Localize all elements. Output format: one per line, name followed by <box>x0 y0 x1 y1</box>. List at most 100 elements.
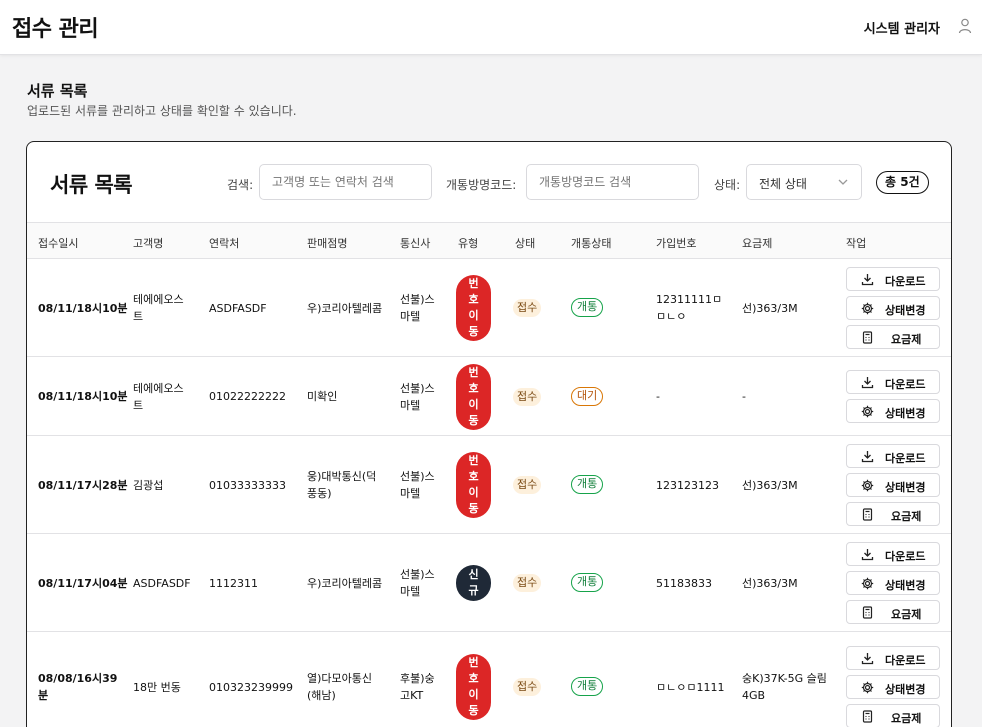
customer-name: 테에에오스 트 <box>133 381 184 412</box>
download-button-label: 다운로드 <box>885 654 926 667</box>
total-count-badge: 총 5건 <box>876 171 929 194</box>
activation-badge: 개통 <box>571 475 604 494</box>
carrier-name: 선불)스 마텔 <box>400 381 435 412</box>
column-header: 고객명 <box>133 237 164 250</box>
document-list-card: 서류 목록 검색: 개통방명코드: 상태: 전체 상태 총 5건 접수일시 고객… <box>26 141 952 727</box>
change-status-button-label: 상태변경 <box>885 579 926 592</box>
change-status-button[interactable]: 상태변경 <box>846 675 940 699</box>
table-row[interactable]: 08/11/18시10분 테에에오스 트 01022222222 미확인 선불)스 마텔… <box>27 357 951 436</box>
phone-number: 1112311 <box>209 576 258 590</box>
store-name: 우)코리아텔레콤 <box>307 301 383 315</box>
carrier-name: 선불)스 마텔 <box>400 293 435 323</box>
column-header: 판매점명 <box>307 237 348 250</box>
change-status-button-label: 상태변경 <box>885 481 926 494</box>
gear-icon <box>861 577 874 590</box>
download-icon <box>861 274 874 286</box>
plan-button-label: 요금제 <box>891 712 922 725</box>
search-input[interactable] <box>259 164 432 200</box>
subscription-number: 51183833 <box>656 576 712 590</box>
download-icon <box>861 377 874 389</box>
user-icon[interactable] <box>958 18 972 34</box>
download-icon <box>861 653 874 665</box>
type-label: 번호이동 <box>468 277 479 338</box>
plan-button-label: 요금제 <box>891 608 922 621</box>
plan-name: 선)363/3M <box>742 576 798 590</box>
page-description: 업로드된 서류를 관리하고 상태를 확인할 수 있습니다. <box>27 104 297 118</box>
type-label: 번호이동 <box>468 365 479 427</box>
customer-name: 18만 번동 <box>133 680 181 694</box>
code-label: 개통방명코드: <box>446 178 517 192</box>
change-status-button[interactable]: 상태변경 <box>846 571 940 595</box>
calculator-icon <box>862 606 873 619</box>
download-button-label: 다운로드 <box>885 452 926 465</box>
status-badge: 접수 <box>513 476 542 494</box>
download-button[interactable]: 다운로드 <box>846 267 940 291</box>
type-badge: 신규 <box>456 565 491 601</box>
plan-button[interactable]: 요금제 <box>846 704 940 727</box>
column-header: 상태 <box>515 237 536 250</box>
type-label: 번호이동 <box>468 454 479 515</box>
download-button[interactable]: 다운로드 <box>846 646 940 670</box>
plan-button[interactable]: 요금제 <box>846 325 940 349</box>
status-filter-label: 상태: <box>714 178 741 192</box>
table-row[interactable]: 08/11/17시04분 ASDFASDF 1112311 우)코리아텔레콤 선불)스 … <box>27 534 951 632</box>
phone-number: 01022222222 <box>209 390 286 403</box>
carrier-name: 후불)숭 고KT <box>400 672 435 702</box>
download-button-label: 다운로드 <box>885 550 926 563</box>
plan-button[interactable]: 요금제 <box>846 502 940 526</box>
column-header: 유형 <box>458 237 479 250</box>
change-status-button-label: 상태변경 <box>885 407 926 420</box>
table-row[interactable]: 08/11/18시10분 테에에오스 트 ASDFASDF 우)코리아텔레콤 선불)스 … <box>27 259 951 357</box>
carrier-name: 선불)스 마텔 <box>400 568 435 598</box>
download-button[interactable]: 다운로드 <box>846 444 940 468</box>
column-header: 접수일시 <box>38 237 79 250</box>
change-status-button[interactable]: 상태변경 <box>846 296 940 320</box>
received-date: 08/08/16시39 분 <box>38 672 118 702</box>
status-badge: 접수 <box>513 299 542 317</box>
phone-number: 010323239999 <box>209 680 293 694</box>
change-status-button-label: 상태변경 <box>885 683 926 696</box>
download-button[interactable]: 다운로드 <box>846 370 940 394</box>
user-name[interactable]: 시스템 관리자 <box>864 18 940 37</box>
phone-number: 01033333333 <box>209 478 286 492</box>
type-label: 번호이동 <box>468 656 479 717</box>
phone-number: ASDFASDF <box>209 301 267 315</box>
status-badge: 접수 <box>513 574 542 592</box>
change-status-button[interactable]: 상태변경 <box>846 473 940 497</box>
download-button[interactable]: 다운로드 <box>846 542 940 566</box>
page-heading: 서류 목록 <box>27 82 88 100</box>
table-row[interactable]: 08/08/16시39 분 18만 번동 010323239999 열)다모아통신 (… <box>27 632 951 727</box>
code-search-input[interactable] <box>526 164 699 200</box>
subscription-number: ㅁㄴㅇㅁ1111 <box>656 680 725 694</box>
activation-badge: 대기 <box>571 386 604 406</box>
column-header: 통신사 <box>400 237 431 250</box>
calculator-icon <box>862 508 873 521</box>
customer-name: ASDFASDF <box>133 576 191 590</box>
table-row[interactable]: 08/11/17시28분 김광섭 01033333333 웅)대박통신(덕 풍동) 선불… <box>27 436 951 534</box>
subscription-number: 12311111ㅁ ㅁㄴㅇ <box>656 293 723 323</box>
type-badge: 번호이동 <box>456 363 491 430</box>
column-header: 연락처 <box>209 237 240 250</box>
change-status-button[interactable]: 상태변경 <box>846 399 940 423</box>
store-name: 우)코리아텔레콤 <box>307 576 383 590</box>
status-badge: 접수 <box>513 387 542 406</box>
gear-icon <box>861 681 874 694</box>
status-filter-value: 전체 상태 <box>759 177 807 191</box>
activation-badge: 개통 <box>571 677 604 696</box>
type-badge: 번호이동 <box>456 654 491 720</box>
plan-name: 선)363/3M <box>742 301 798 315</box>
card-title: 서류 목록 <box>50 173 133 197</box>
gear-icon <box>861 302 874 315</box>
search-label: 검색: <box>227 178 254 192</box>
calculator-icon <box>862 710 873 723</box>
app-title: 접수 관리 <box>12 17 99 42</box>
plan-button[interactable]: 요금제 <box>846 600 940 624</box>
subscription-number: 123123123 <box>656 478 719 492</box>
column-header: 작업 <box>846 237 867 250</box>
carrier-name: 선불)스 마텔 <box>400 470 435 500</box>
calculator-icon <box>862 331 873 344</box>
status-filter-select[interactable]: 전체 상태 <box>746 164 862 200</box>
column-header: 개통상태 <box>571 237 612 250</box>
status-badge: 접수 <box>513 678 542 696</box>
type-label: 신규 <box>468 568 479 597</box>
